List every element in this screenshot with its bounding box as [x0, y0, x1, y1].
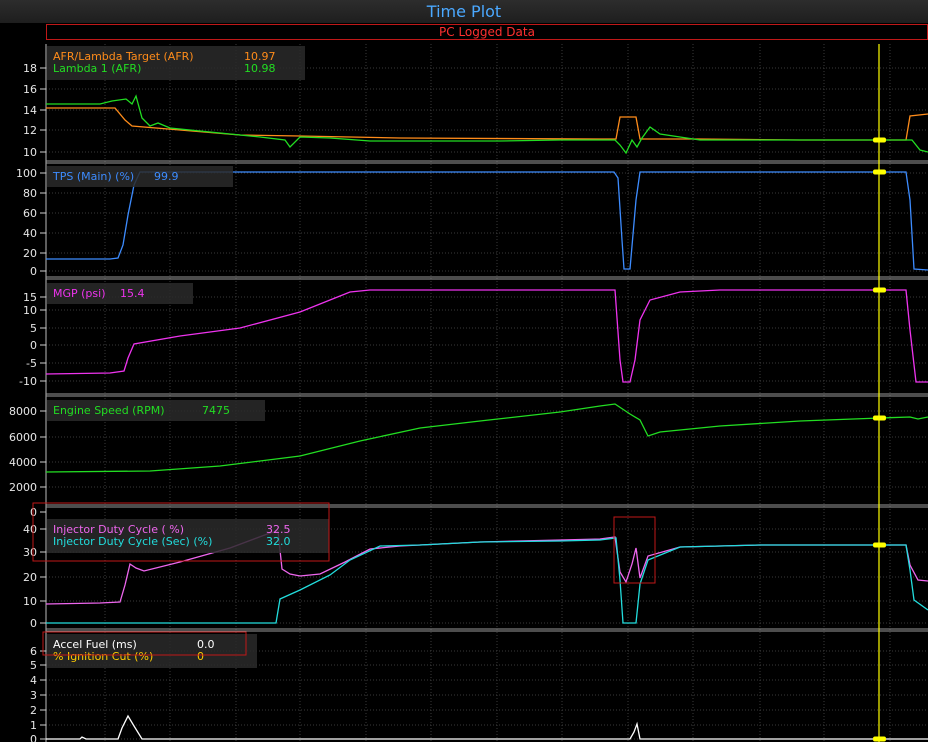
y-tick-label: 5 [30, 659, 37, 672]
y-tick-label: 2 [30, 704, 37, 717]
legend-series-name: Lambda 1 (AFR) [53, 62, 141, 75]
y-tick-label: 16 [23, 83, 37, 96]
cursor-marker [873, 287, 886, 293]
y-tick-label: 3 [30, 689, 37, 702]
y-tick-label: 4 [30, 674, 37, 687]
log-source-banner: PC Logged Data [46, 24, 928, 40]
y-tick-label: 2000 [9, 481, 37, 494]
legend-series-value: 15.4 [120, 287, 145, 300]
y-tick-label: 20 [23, 571, 37, 584]
y-tick-label: 10 [23, 595, 37, 608]
y-tick-label: 80 [23, 187, 37, 200]
y-tick-label: 0 [30, 733, 37, 742]
y-tick-label: 60 [23, 207, 37, 220]
y-tick-label: 100 [16, 167, 37, 180]
y-tick-label: 40 [23, 523, 37, 536]
y-tick-label: 18 [23, 62, 37, 75]
time-plot-chart[interactable]: 1816141210100806040200151050-5-108000600… [0, 0, 928, 742]
y-tick-label: -5 [26, 357, 37, 370]
legend-series-name: MGP (psi) [53, 287, 106, 300]
accel-fuel-trace [46, 714, 928, 740]
cursor-marker [873, 415, 886, 421]
time-cursor[interactable] [873, 44, 886, 742]
y-tick-label: 10 [23, 146, 37, 159]
legend-series-name: Injector Duty Cycle (Sec) (%) [53, 535, 212, 548]
legend-series-value: 99.9 [154, 170, 179, 183]
cursor-marker [873, 542, 886, 548]
cursor-marker [873, 169, 886, 175]
legend-series-value: 10.98 [244, 62, 276, 75]
y-tick-label: 14 [23, 104, 37, 117]
y-tick-label: 6000 [9, 431, 37, 444]
y-tick-label: 1 [30, 719, 37, 732]
legend-series-name: Engine Speed (RPM) [53, 404, 165, 417]
y-tick-label: 20 [23, 247, 37, 260]
legend-series-value: 7475 [202, 404, 230, 417]
y-tick-label: 4000 [9, 456, 37, 469]
y-tick-label: 0 [30, 265, 37, 278]
legend-series-value: 0 [197, 650, 204, 663]
y-axis-ticks: 1816141210100806040200151050-5-108000600… [9, 62, 46, 742]
legend-series-name: TPS (Main) (%) [52, 170, 134, 183]
panel-legends: AFR/Lambda Target (AFR) 10.97Lambda 1 (AF… [47, 46, 329, 668]
y-tick-label: 15 [23, 291, 37, 304]
y-tick-label: 30 [23, 546, 37, 559]
afr-target-trace [46, 107, 928, 141]
y-tick-label: 12 [23, 124, 37, 137]
cursor-marker [873, 137, 886, 143]
y-tick-label: 0 [30, 339, 37, 352]
legend-series-name: % Ignition Cut (%) [53, 650, 153, 663]
y-tick-label: 6 [30, 645, 37, 658]
y-tick-label: 10 [23, 304, 37, 317]
y-tick-label: 40 [23, 227, 37, 240]
y-tick-label: 5 [30, 322, 37, 335]
cursor-marker [873, 736, 886, 742]
legend-series-value: 32.0 [266, 535, 291, 548]
lambda1-trace [46, 94, 928, 155]
y-tick-label: 8000 [9, 405, 37, 418]
y-tick-label: 0 [30, 617, 37, 630]
y-tick-label: -10 [19, 375, 37, 388]
